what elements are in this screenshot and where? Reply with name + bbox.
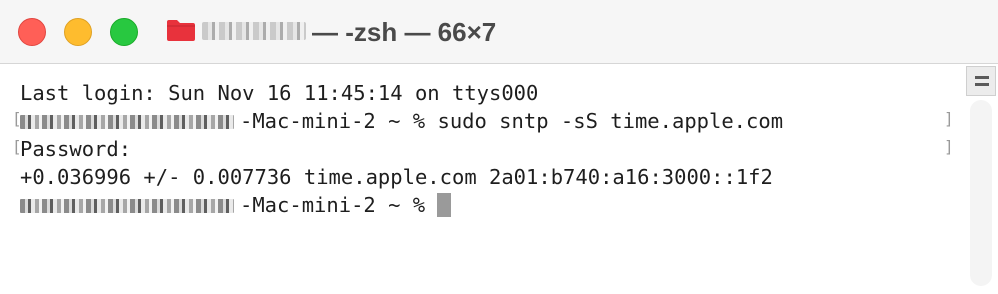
- selection-marker-right: ]: [944, 137, 954, 156]
- line-text: -Mac-mini-2 ~ % sudo sntp -sS time.apple…: [240, 109, 784, 133]
- window-title: — -zsh — 66×7: [312, 17, 497, 47]
- terminal-line: +0.036996 +/- 0.007736 time.apple.com 2a…: [20, 163, 773, 191]
- selection-marker-right: ]: [944, 109, 954, 128]
- line-text: Last login: Sun Nov 16 11:45:14 on ttys0…: [20, 81, 539, 105]
- close-button[interactable]: [18, 18, 46, 46]
- title-bar: — -zsh — 66×7: [0, 0, 998, 64]
- split-pane-button[interactable]: [966, 66, 996, 96]
- minimize-button[interactable]: [64, 18, 92, 46]
- terminal-output[interactable]: Last login: Sun Nov 16 11:45:14 on ttys0…: [0, 64, 966, 294]
- terminal-line: -Mac-mini-2 ~ % sudo sntp -sS time.apple…: [20, 107, 783, 135]
- scrollbar-track[interactable]: [970, 100, 992, 286]
- terminal-line: -Mac-mini-2 ~ %: [20, 191, 452, 219]
- terminal-line: Last login: Sun Nov 16 11:45:14 on ttys0…: [20, 79, 538, 107]
- folder-icon: [167, 20, 195, 41]
- zoom-button[interactable]: [110, 18, 138, 46]
- terminal-line: Password:: [20, 135, 131, 163]
- line-text: +0.036996 +/- 0.007736 time.apple.com 2a…: [20, 165, 773, 189]
- redacted-folder-name: [202, 22, 306, 40]
- redacted-hostname: [20, 115, 234, 129]
- prompt-text: -Mac-mini-2 ~ %: [240, 193, 438, 217]
- line-text: Password:: [20, 137, 132, 161]
- redacted-hostname: [20, 199, 234, 213]
- text-cursor: [437, 193, 452, 217]
